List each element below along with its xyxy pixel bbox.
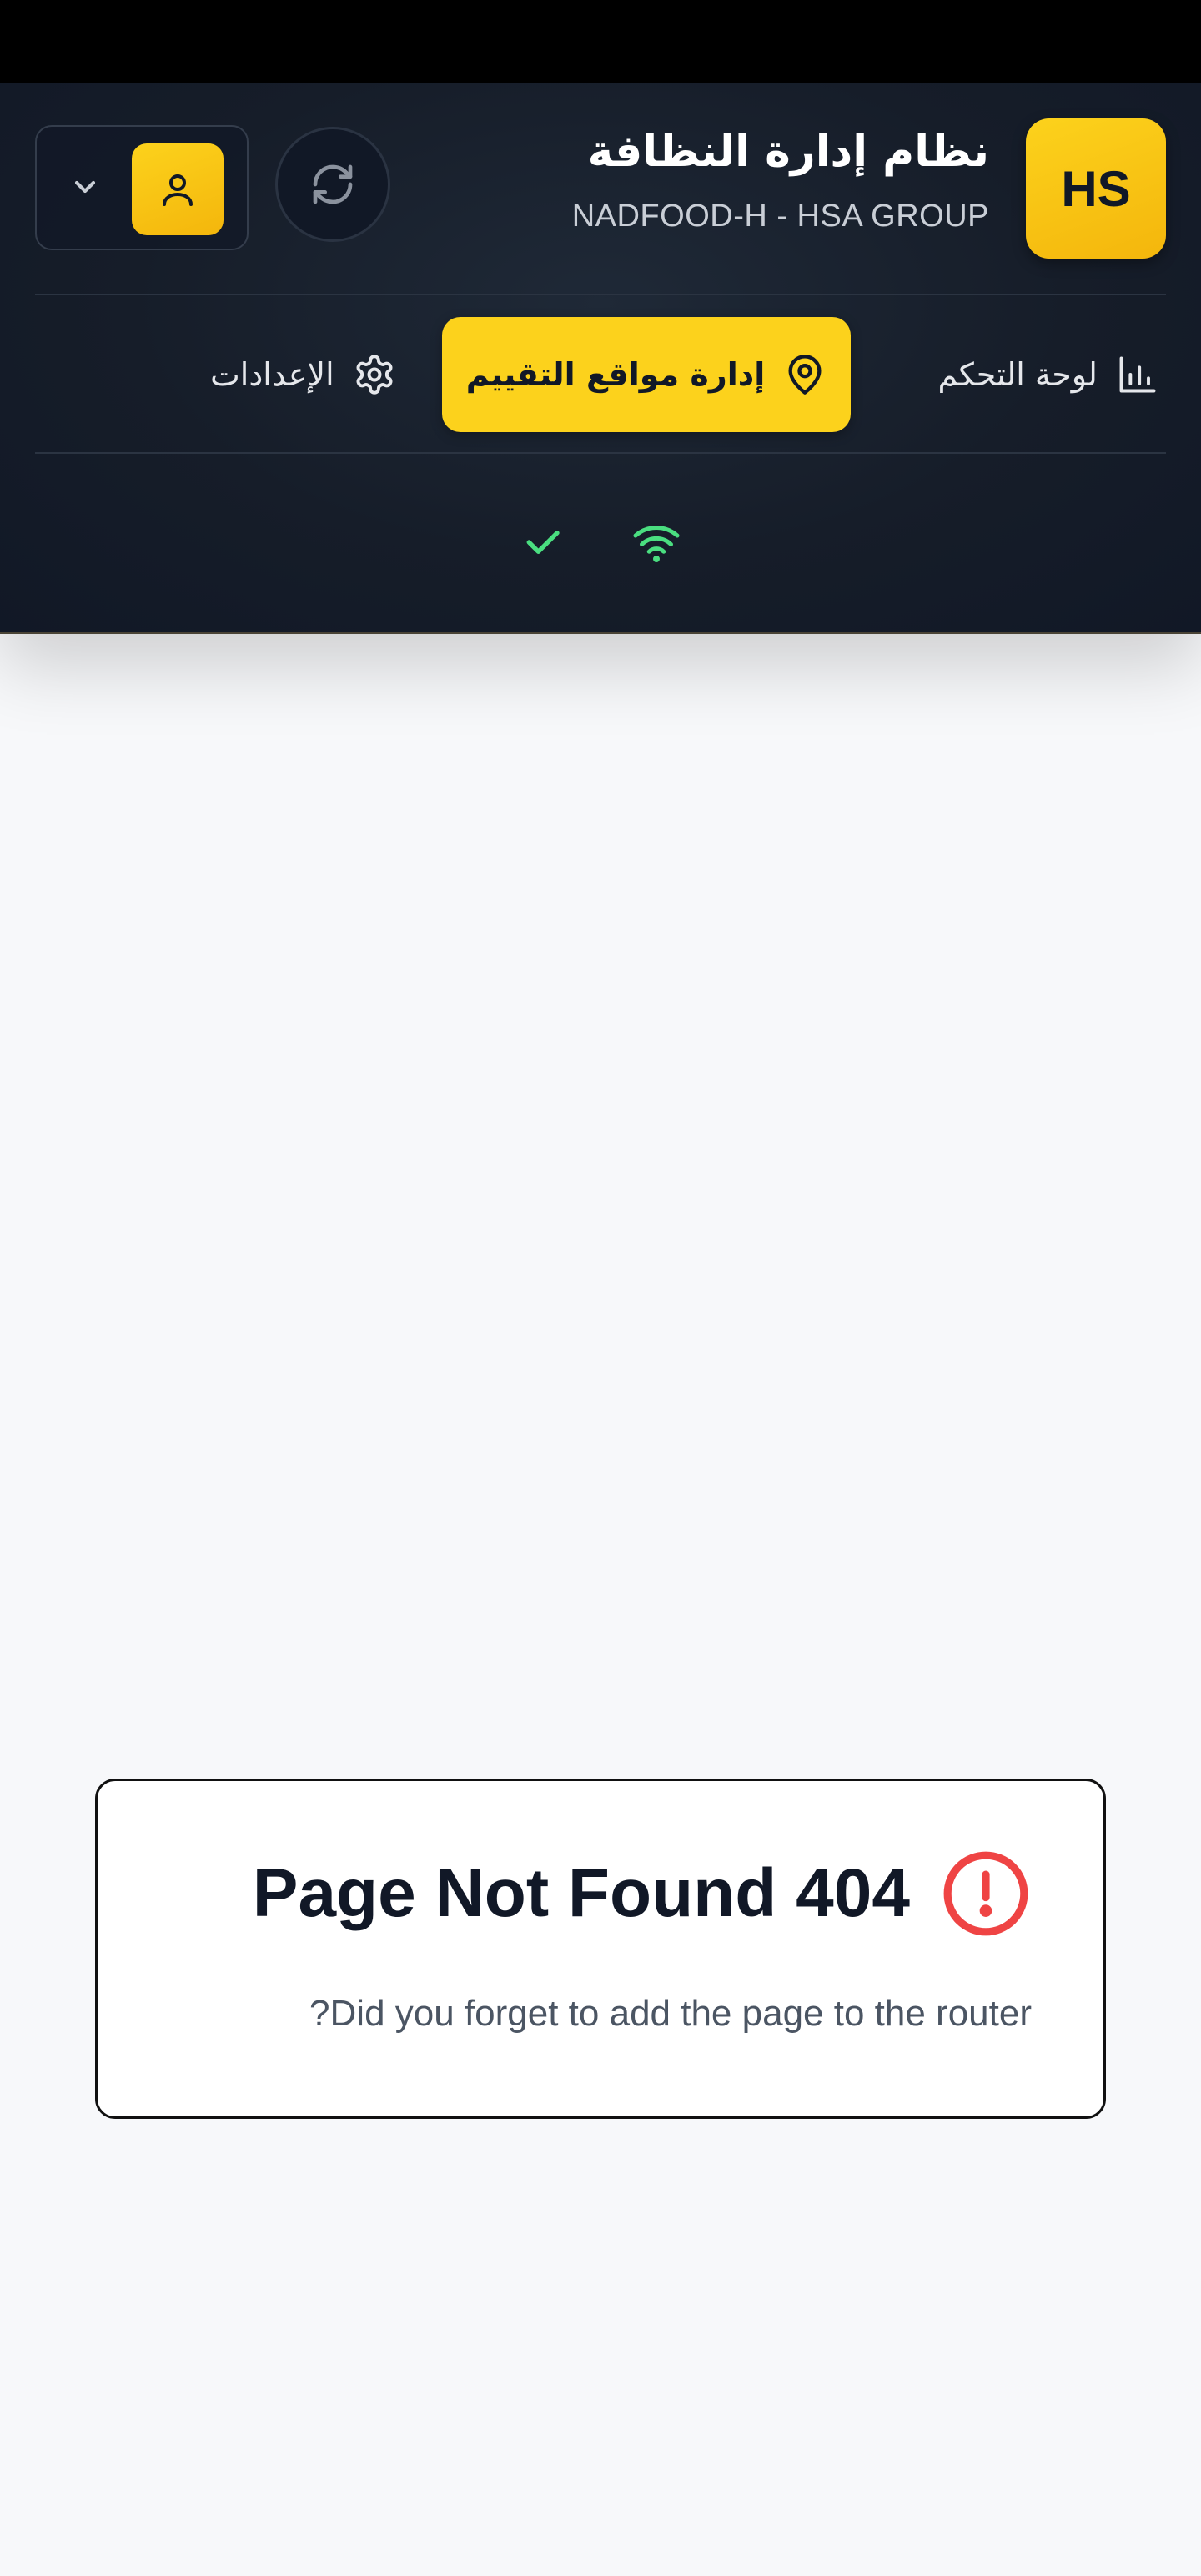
app-title: نظام إدارة النظافة — [587, 127, 989, 177]
refresh-button[interactable] — [275, 127, 390, 242]
error-title-row: 404 Page Not Found — [253, 1848, 1032, 1940]
nav-item-settings[interactable]: الإعدادات — [200, 317, 406, 432]
nav-item-label: إدارة مواقع التقييم — [465, 356, 766, 393]
nav-item-dashboard[interactable]: لوحة التحكم — [927, 317, 1169, 432]
nav-divider — [35, 452, 1166, 454]
app-subtitle: NADFOOD-H - HSA GROUP — [571, 199, 989, 234]
user-menu-button[interactable] — [35, 125, 249, 250]
nav-item-sites[interactable]: إدارة مواقع التقييم — [442, 317, 851, 432]
refresh-icon — [313, 164, 353, 204]
wifi-icon — [633, 526, 680, 562]
app-logo: HS — [1026, 118, 1166, 259]
status-indicators — [0, 513, 1201, 571]
nav-item-label: لوحة التحكم — [937, 356, 1098, 393]
header-divider — [35, 294, 1166, 295]
avatar — [132, 143, 224, 235]
bar-chart-icon — [1119, 356, 1156, 393]
nav-item-label: الإعدادات — [210, 356, 334, 393]
chevron-down-icon — [67, 169, 103, 205]
error-message: Did you forget to add the page to the ro… — [309, 1993, 1032, 2034]
check-icon — [526, 531, 560, 554]
alert-circle-icon — [943, 1851, 1028, 1936]
status-bar — [0, 0, 1201, 83]
error-card: 404 Page Not Found Did you forget to add… — [95, 1779, 1106, 2119]
gear-icon — [356, 355, 393, 395]
user-icon — [163, 174, 193, 206]
error-title: 404 Page Not Found — [252, 1855, 910, 1931]
map-pin-icon — [788, 355, 822, 395]
